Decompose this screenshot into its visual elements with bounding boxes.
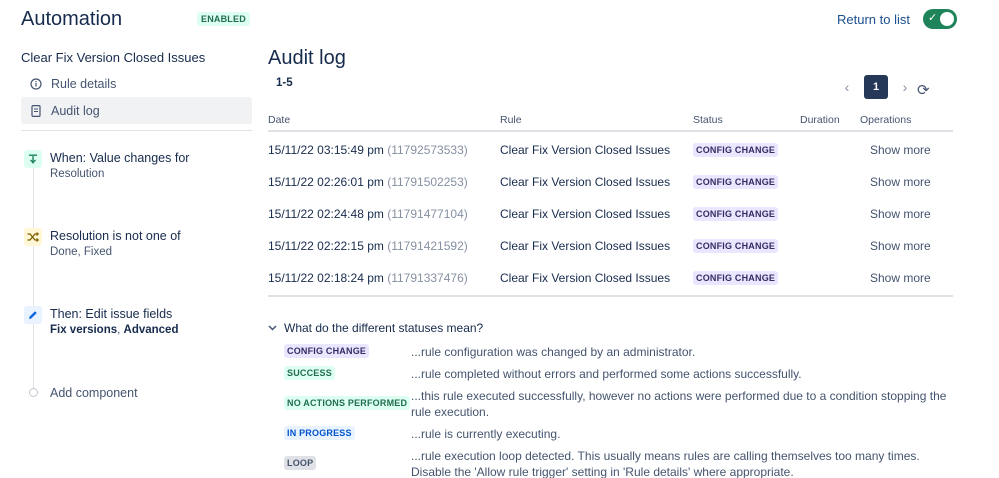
status-badge: CONFIG CHANGE	[693, 239, 779, 253]
rule-cell: Clear Fix Version Closed Issues	[500, 175, 671, 189]
execution-id: (11791337476)	[387, 271, 468, 285]
date-cell: 15/11/22 02:18:24 pm (11791337476)	[268, 271, 468, 285]
add-component-button[interactable]: Add component	[50, 386, 138, 400]
status-description: ...this rule executed successfully, howe…	[411, 389, 947, 419]
table-row: 15/11/22 02:24:48 pm (11791477104) Clear…	[268, 199, 953, 231]
date-cell: 15/11/22 02:24:48 pm (11791477104)	[268, 207, 468, 221]
status-badge: CONFIG CHANGE	[693, 207, 779, 221]
column-date: Date	[268, 114, 291, 126]
component-subtitle: Fix versions, Advanced	[50, 324, 178, 336]
status-badge: CONFIG CHANGE	[693, 175, 779, 189]
toggle-knob	[940, 12, 954, 26]
pencil-icon	[24, 306, 42, 324]
trigger-icon	[24, 150, 42, 168]
app-title: Automation	[21, 8, 123, 30]
component-subtitle: Resolution	[50, 168, 105, 180]
field-name: Fix versions	[50, 324, 118, 336]
status-legend-toggle[interactable]: What do the different statuses mean?	[268, 321, 483, 335]
table-header: Date Rule Status Duration Operations	[268, 112, 953, 132]
status-badge: LOOP	[284, 456, 317, 470]
shuffle-icon	[24, 228, 42, 246]
column-duration: Duration	[800, 114, 840, 126]
rule-cell: Clear Fix Version Closed Issues	[500, 143, 671, 157]
date-cell: 15/11/22 03:15:49 pm (11792573533)	[268, 143, 468, 157]
document-icon	[29, 104, 42, 117]
execution-id: (11791477104)	[387, 207, 468, 221]
add-component-dot[interactable]	[29, 388, 38, 397]
date-value: 15/11/22 03:15:49 pm	[268, 143, 384, 157]
page-button-1[interactable]: 1	[864, 75, 888, 99]
show-more-button[interactable]: Show more	[870, 207, 931, 221]
table-row: 15/11/22 02:26:01 pm (11791502253) Clear…	[268, 167, 953, 199]
status-description: ...rule completed without errors and per…	[411, 367, 802, 381]
show-more-button[interactable]: Show more	[870, 175, 931, 189]
sidebar-item-rule-details[interactable]: Rule details	[21, 70, 252, 97]
table-row: 15/11/22 03:15:49 pm (11792573533) Clear…	[268, 135, 953, 167]
execution-id: (11791421592)	[387, 239, 468, 253]
sidebar-item-audit-log[interactable]: Audit log	[21, 97, 252, 124]
return-to-list-link[interactable]: Return to list	[837, 12, 910, 27]
chevron-down-icon	[268, 323, 277, 334]
rule-enabled-toggle[interactable]: ✓	[923, 9, 957, 29]
component-title: Then: Edit issue fields	[50, 307, 173, 321]
chevron-right-icon[interactable]: ›	[896, 79, 914, 95]
field-mode: Advanced	[123, 324, 179, 336]
status-description: ...rule configuration was changed by an …	[411, 345, 696, 359]
date-cell: 15/11/22 02:26:01 pm (11791502253)	[268, 175, 468, 189]
top-bar: Automation ENABLED Return to list ✓	[0, 0, 999, 40]
rule-cell: Clear Fix Version Closed Issues	[500, 239, 671, 253]
show-more-button[interactable]: Show more	[870, 239, 931, 253]
execution-id: (11792573533)	[387, 143, 468, 157]
component-title: Resolution is not one of	[50, 229, 181, 243]
status-badge: CONFIG CHANGE	[693, 143, 779, 157]
sidebar-item-label: Audit log	[51, 103, 100, 118]
date-value: 15/11/22 02:26:01 pm	[268, 175, 384, 189]
sidebar: Clear Fix Version Closed Issues Rule det…	[0, 40, 252, 478]
execution-id: (11791502253)	[387, 175, 468, 189]
status-legend-heading: What do the different statuses mean?	[284, 321, 484, 335]
show-more-button[interactable]: Show more	[870, 143, 931, 157]
pagination: ‹ 1 ›	[838, 75, 914, 99]
divider	[21, 130, 252, 131]
component-subtitle: Done, Fixed	[50, 246, 113, 258]
status-badge: NO ACTIONS PERFORMED	[284, 396, 411, 410]
table-row: 15/11/22 02:18:24 pm (11791337476) Clear…	[268, 263, 953, 295]
page-title: Audit log	[268, 47, 346, 69]
column-rule: Rule	[500, 114, 522, 126]
table-divider	[268, 295, 953, 297]
status-description: ...rule execution loop detected. This us…	[411, 449, 920, 478]
sidebar-item-label: Rule details	[51, 76, 117, 91]
status-badge: CONFIG CHANGE	[284, 344, 370, 358]
date-value: 15/11/22 02:24:48 pm	[268, 207, 384, 221]
table-row: 15/11/22 02:22:15 pm (11791421592) Clear…	[268, 231, 953, 263]
enabled-badge: ENABLED	[197, 12, 250, 26]
component-title: When: Value changes for	[50, 151, 190, 165]
status-badge: SUCCESS	[284, 366, 335, 380]
date-value: 15/11/22 02:22:15 pm	[268, 239, 384, 253]
check-icon: ✓	[928, 12, 938, 24]
refresh-icon[interactable]: ⟳	[917, 81, 930, 99]
result-range: 1-5	[276, 77, 293, 89]
info-icon	[29, 77, 42, 90]
show-more-button[interactable]: Show more	[870, 271, 931, 285]
rule-cell: Clear Fix Version Closed Issues	[500, 207, 671, 221]
status-badge: CONFIG CHANGE	[693, 271, 779, 285]
column-status: Status	[693, 114, 723, 126]
status-badge: IN PROGRESS	[284, 426, 355, 440]
rule-cell: Clear Fix Version Closed Issues	[500, 271, 671, 285]
rule-name: Clear Fix Version Closed Issues	[21, 50, 206, 65]
timeline-line	[33, 160, 34, 390]
chevron-left-icon[interactable]: ‹	[838, 79, 856, 95]
status-description: ...rule is currently executing.	[411, 427, 561, 441]
date-cell: 15/11/22 02:22:15 pm (11791421592)	[268, 239, 468, 253]
column-operations: Operations	[860, 114, 912, 126]
date-value: 15/11/22 02:18:24 pm	[268, 271, 384, 285]
